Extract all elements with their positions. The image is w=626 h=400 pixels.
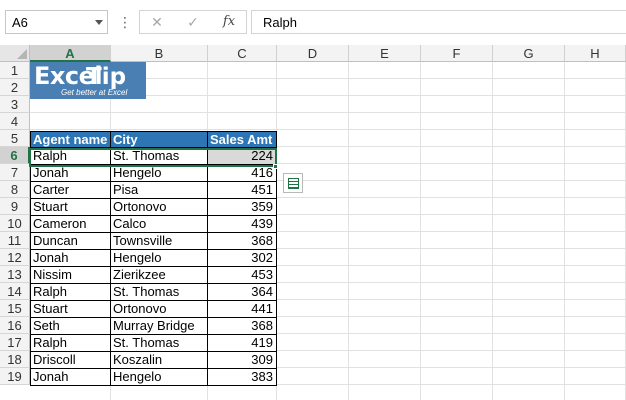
column-header-g[interactable]: G xyxy=(493,45,565,62)
row-header-17[interactable]: 17 xyxy=(0,334,30,351)
row-header-3[interactable]: 3 xyxy=(0,96,30,113)
excel-tip-logo: Excel Tip Get better at Excel xyxy=(30,62,146,99)
cell-city[interactable]: Ortonovo xyxy=(111,301,208,318)
quick-analysis-icon xyxy=(288,178,299,189)
cell-agent-name[interactable]: Stuart xyxy=(30,301,111,318)
column-header-e[interactable]: E xyxy=(349,45,421,62)
cell-city[interactable]: St. Thomas xyxy=(111,148,208,165)
cell-agent-name[interactable]: Jonah xyxy=(30,165,111,182)
logo-text-tip: Tip xyxy=(86,64,127,90)
row-header-12[interactable]: 12 xyxy=(0,249,30,266)
select-all-button[interactable] xyxy=(0,45,30,62)
cell-city[interactable]: St. Thomas xyxy=(111,284,208,301)
cell-city[interactable]: Hengelo xyxy=(111,250,208,267)
cell-sales-amt[interactable]: 383 xyxy=(208,369,277,386)
insert-function-icon[interactable]: fx xyxy=(218,13,240,31)
cell-city[interactable]: Hengelo xyxy=(111,165,208,182)
cell-agent-name[interactable]: Stuart xyxy=(30,199,111,216)
enter-icon[interactable]: ✓ xyxy=(182,13,204,31)
formula-bar: A6 ⋮ ✕ ✓ fx Ralph xyxy=(0,0,626,45)
cell-agent-name[interactable]: Driscoll xyxy=(30,352,111,369)
cell-sales-amt[interactable]: 439 xyxy=(208,216,277,233)
row-header-16[interactable]: 16 xyxy=(0,317,30,334)
gridline-horizontal xyxy=(30,129,626,130)
row-header-15[interactable]: 15 xyxy=(0,300,30,317)
name-box[interactable]: A6 xyxy=(5,10,108,34)
row-header-7[interactable]: 7 xyxy=(0,164,30,181)
row-header-11[interactable]: 11 xyxy=(0,232,30,249)
row-header-14[interactable]: 14 xyxy=(0,283,30,300)
cell-city[interactable]: Pisa xyxy=(111,182,208,199)
cell-sales-amt[interactable]: 419 xyxy=(208,335,277,352)
header-cell-agent-name[interactable]: Agent name xyxy=(30,131,111,148)
row-header-2[interactable]: 2 xyxy=(0,79,30,96)
column-header-h[interactable]: H xyxy=(565,45,626,62)
select-all-icon xyxy=(17,49,27,59)
formula-input-value: Ralph xyxy=(263,15,297,30)
cancel-icon[interactable]: ✕ xyxy=(146,13,168,31)
cell-agent-name[interactable]: Seth xyxy=(30,318,111,335)
cell-agent-name[interactable]: Ralph xyxy=(30,284,111,301)
cell-city[interactable]: Calco xyxy=(111,216,208,233)
header-cell-sales-amt[interactable]: Sales Amt xyxy=(208,131,277,148)
cell-city[interactable]: Murray Bridge xyxy=(111,318,208,335)
row-header-5[interactable]: 5 xyxy=(0,130,30,147)
row-header-18[interactable]: 18 xyxy=(0,351,30,368)
more-options-icon[interactable]: ⋮ xyxy=(118,14,132,32)
cell-agent-name[interactable]: Cameron xyxy=(30,216,111,233)
row-header-9[interactable]: 9 xyxy=(0,198,30,215)
column-header-c[interactable]: C xyxy=(208,45,277,62)
cell-agent-name[interactable]: Duncan xyxy=(30,233,111,250)
cell-agent-name[interactable]: Ralph xyxy=(30,335,111,352)
cell-sales-amt[interactable]: 309 xyxy=(208,352,277,369)
row-header-1[interactable]: 1 xyxy=(0,62,30,79)
quick-analysis-button[interactable] xyxy=(283,173,303,193)
column-header-f[interactable]: F xyxy=(421,45,493,62)
fill-handle[interactable] xyxy=(273,164,278,169)
row-header-8[interactable]: 8 xyxy=(0,181,30,198)
row-header-6[interactable]: 6 xyxy=(0,147,30,164)
cell-agent-name[interactable]: Jonah xyxy=(30,250,111,267)
worksheet-grid[interactable]: A B C D E F G H 1 2 3 4 5 6 7 8 9 10 11 12 13 14 15 16 17 18 19 Ex… xyxy=(0,45,626,400)
cell-sales-amt[interactable]: 416 xyxy=(208,165,277,182)
row-header-4[interactable]: 4 xyxy=(0,113,30,130)
cell-agent-name[interactable]: Jonah xyxy=(30,369,111,386)
cell-sales-amt[interactable]: 302 xyxy=(208,250,277,267)
row-header-13[interactable]: 13 xyxy=(0,266,30,283)
cell-city[interactable]: Ortonovo xyxy=(111,199,208,216)
logo-tagline: Get better at Excel xyxy=(61,88,128,97)
cell-sales-amt[interactable]: 368 xyxy=(208,318,277,335)
cell-sales-amt[interactable]: 441 xyxy=(208,301,277,318)
cell-sales-amt[interactable]: 451 xyxy=(208,182,277,199)
cell-city[interactable]: Townsville xyxy=(111,233,208,250)
row-header-19[interactable]: 19 xyxy=(0,368,30,385)
cell-agent-name[interactable]: Ralph xyxy=(30,148,111,165)
cell-city[interactable]: St. Thomas xyxy=(111,335,208,352)
cell-agent-name[interactable]: Nissim xyxy=(30,267,111,284)
cell-sales-amt[interactable]: 224 xyxy=(208,148,277,165)
cell-sales-amt[interactable]: 364 xyxy=(208,284,277,301)
row-header-10[interactable]: 10 xyxy=(0,215,30,232)
cell-agent-name[interactable]: Carter xyxy=(30,182,111,199)
header-cell-city[interactable]: City xyxy=(111,131,208,148)
cell-sales-amt[interactable]: 368 xyxy=(208,233,277,250)
chevron-down-icon[interactable] xyxy=(95,20,103,25)
column-header-b[interactable]: B xyxy=(111,45,208,62)
gridline-horizontal xyxy=(30,112,626,113)
name-box-value: A6 xyxy=(12,15,28,30)
formula-input[interactable]: Ralph xyxy=(251,10,626,34)
cell-city[interactable]: Koszalin xyxy=(111,352,208,369)
cell-sales-amt[interactable]: 453 xyxy=(208,267,277,284)
formula-buttons: ✕ ✓ fx xyxy=(139,10,247,34)
column-header-d[interactable]: D xyxy=(277,45,349,62)
column-header-a[interactable]: A xyxy=(30,45,111,62)
cell-city[interactable]: Hengelo xyxy=(111,369,208,386)
cell-sales-amt[interactable]: 359 xyxy=(208,199,277,216)
cell-city[interactable]: Zierikzee xyxy=(111,267,208,284)
